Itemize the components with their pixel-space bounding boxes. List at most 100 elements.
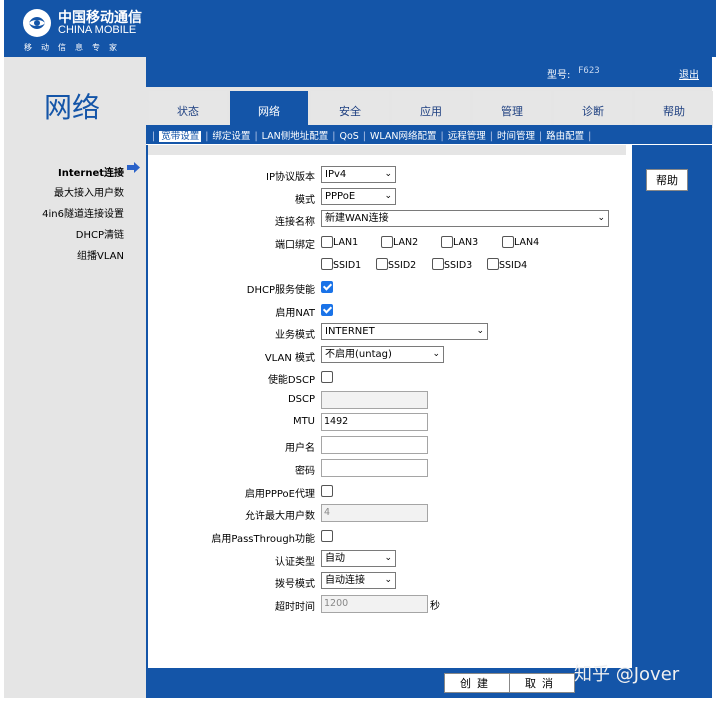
- dial-mode-label: 拨号模式: [275, 579, 315, 590]
- left-footer-panel: [4, 668, 146, 698]
- port-binding-label: 端口绑定: [275, 240, 315, 251]
- timeout-input[interactable]: 1200: [321, 595, 428, 613]
- chevron-down-icon: ⌄: [384, 169, 392, 179]
- username-input[interactable]: [321, 436, 428, 454]
- nat-checkbox[interactable]: [321, 304, 333, 316]
- nat-label: 启用NAT: [275, 308, 315, 319]
- ssid4-checkbox[interactable]: [487, 258, 499, 270]
- subnav-lan[interactable]: LAN侧地址配置: [262, 131, 329, 142]
- china-mobile-logo-icon: [22, 8, 52, 38]
- chevron-down-icon: ⌄: [384, 553, 392, 563]
- subnav-binding[interactable]: 绑定设置: [212, 131, 250, 142]
- ssid1-checkbox[interactable]: [321, 258, 333, 270]
- subnav-wlan[interactable]: WLAN网络配置: [370, 131, 437, 142]
- vlan-mode-label: VLAN 模式: [264, 353, 315, 364]
- conn-name-value: 新建WAN连接: [325, 213, 389, 224]
- chevron-down-icon: ⌄: [384, 191, 392, 201]
- brand-slogan: 移动信息专家: [24, 43, 126, 52]
- dscp-enable-checkbox[interactable]: [321, 371, 333, 383]
- ip-version-value: IPv4: [325, 169, 347, 180]
- sidebar-item-max-users[interactable]: 最大接入用户数: [54, 184, 124, 199]
- conn-name-select[interactable]: 新建WAN连接 ⌄: [321, 210, 609, 227]
- pppoe-proxy-checkbox[interactable]: [321, 485, 333, 497]
- ip-version-label: IP协议版本: [266, 172, 315, 183]
- tab-management[interactable]: 管理: [473, 91, 551, 128]
- dhcp-service-checkbox[interactable]: [321, 281, 333, 293]
- tab-network[interactable]: 网络: [230, 91, 308, 128]
- max-users-input[interactable]: 4: [321, 504, 428, 522]
- auth-type-select[interactable]: 自动 ⌄: [321, 550, 396, 567]
- create-button[interactable]: 创建: [444, 673, 510, 693]
- username-label: 用户名: [285, 443, 315, 454]
- passthrough-label: 启用PassThrough功能: [211, 534, 315, 545]
- tab-application[interactable]: 应用: [392, 91, 470, 128]
- service-mode-select[interactable]: INTERNET ⌄: [321, 323, 488, 340]
- subnav-time[interactable]: 时间管理: [497, 131, 535, 142]
- vlan-mode-select[interactable]: 不启用(untag) ⌄: [321, 346, 444, 363]
- service-mode-label: 业务模式: [275, 330, 315, 341]
- subnav-route[interactable]: 路由配置: [546, 131, 584, 142]
- dial-mode-value: 自动连接: [325, 575, 365, 586]
- sidebar-item-internet[interactable]: Internet连接: [58, 164, 124, 179]
- subnav-qos[interactable]: QoS: [339, 131, 358, 142]
- ssid2-checkbox[interactable]: [376, 258, 388, 270]
- lan4-label: LAN4: [514, 237, 540, 248]
- ssid4-label: SSID4: [499, 260, 528, 271]
- mtu-label: MTU: [292, 416, 315, 427]
- chevron-down-icon: ⌄: [597, 213, 605, 223]
- subnav-broadband[interactable]: 宽带设置: [159, 131, 202, 142]
- auth-type-value: 自动: [325, 553, 345, 564]
- model-bar: [146, 57, 712, 87]
- lan3-checkbox[interactable]: [441, 236, 453, 248]
- dscp-input[interactable]: [321, 391, 428, 409]
- logout-link[interactable]: 退出: [679, 66, 699, 81]
- arrow-right-icon: [127, 162, 140, 176]
- chevron-down-icon: ⌄: [384, 575, 392, 585]
- lan2-label: LAN2: [393, 237, 419, 248]
- tab-diagnosis[interactable]: 诊断: [554, 91, 632, 128]
- content-top-strip: [146, 145, 626, 155]
- lan3-label: LAN3: [453, 237, 479, 248]
- model-label: 型号:: [547, 70, 571, 81]
- passthrough-checkbox[interactable]: [321, 530, 333, 542]
- watermark: 知乎 @Jover: [574, 664, 680, 685]
- help-button[interactable]: 帮助: [646, 169, 688, 191]
- left-sidebar: [4, 145, 146, 668]
- subnav-remote[interactable]: 远程管理: [448, 131, 486, 142]
- sidebar-item-dhcp[interactable]: DHCP清链: [76, 226, 124, 241]
- vlan-mode-value: 不启用(untag): [325, 349, 392, 360]
- ssid3-label: SSID3: [444, 260, 473, 271]
- password-label: 密码: [295, 466, 315, 477]
- sidebar-item-multicast-vlan[interactable]: 组播VLAN: [77, 247, 124, 262]
- ssid1-label: SSID1: [333, 260, 362, 271]
- mode-value: PPPoE: [325, 191, 356, 202]
- tab-status[interactable]: 状态: [149, 91, 227, 128]
- brand-name-en: CHINA MOBILE: [58, 24, 137, 36]
- pppoe-proxy-label: 启用PPPoE代理: [244, 489, 315, 500]
- auth-type-label: 认证类型: [275, 557, 315, 568]
- right-help-panel: [632, 145, 712, 668]
- lan1-label: LAN1: [333, 237, 359, 248]
- lan1-checkbox[interactable]: [321, 236, 333, 248]
- cancel-button[interactable]: 取消: [509, 673, 575, 693]
- timeout-unit: 秒: [430, 601, 440, 612]
- max-users-label: 允许最大用户数: [245, 511, 315, 522]
- tab-security[interactable]: 安全: [311, 91, 389, 128]
- lan4-checkbox[interactable]: [502, 236, 514, 248]
- password-input[interactable]: [321, 459, 428, 477]
- lan2-checkbox[interactable]: [381, 236, 393, 248]
- dial-mode-select[interactable]: 自动连接 ⌄: [321, 572, 396, 589]
- mtu-input[interactable]: 1492: [321, 413, 428, 431]
- ssid2-label: SSID2: [388, 260, 417, 271]
- sidebar-item-4in6[interactable]: 4in6隧道连接设置: [42, 205, 124, 220]
- content-edge: [146, 145, 148, 668]
- dhcp-service-label: DHCP服务使能: [246, 285, 315, 296]
- dscp-enable-label: 使能DSCP: [267, 375, 315, 386]
- tab-help[interactable]: 帮助: [635, 91, 713, 128]
- ssid3-checkbox[interactable]: [432, 258, 444, 270]
- section-title: 网络: [44, 91, 101, 124]
- timeout-label: 超时时间: [275, 602, 315, 613]
- ip-version-select[interactable]: IPv4 ⌄: [321, 166, 396, 183]
- model-value: F623: [578, 66, 600, 76]
- mode-select[interactable]: PPPoE ⌄: [321, 188, 396, 205]
